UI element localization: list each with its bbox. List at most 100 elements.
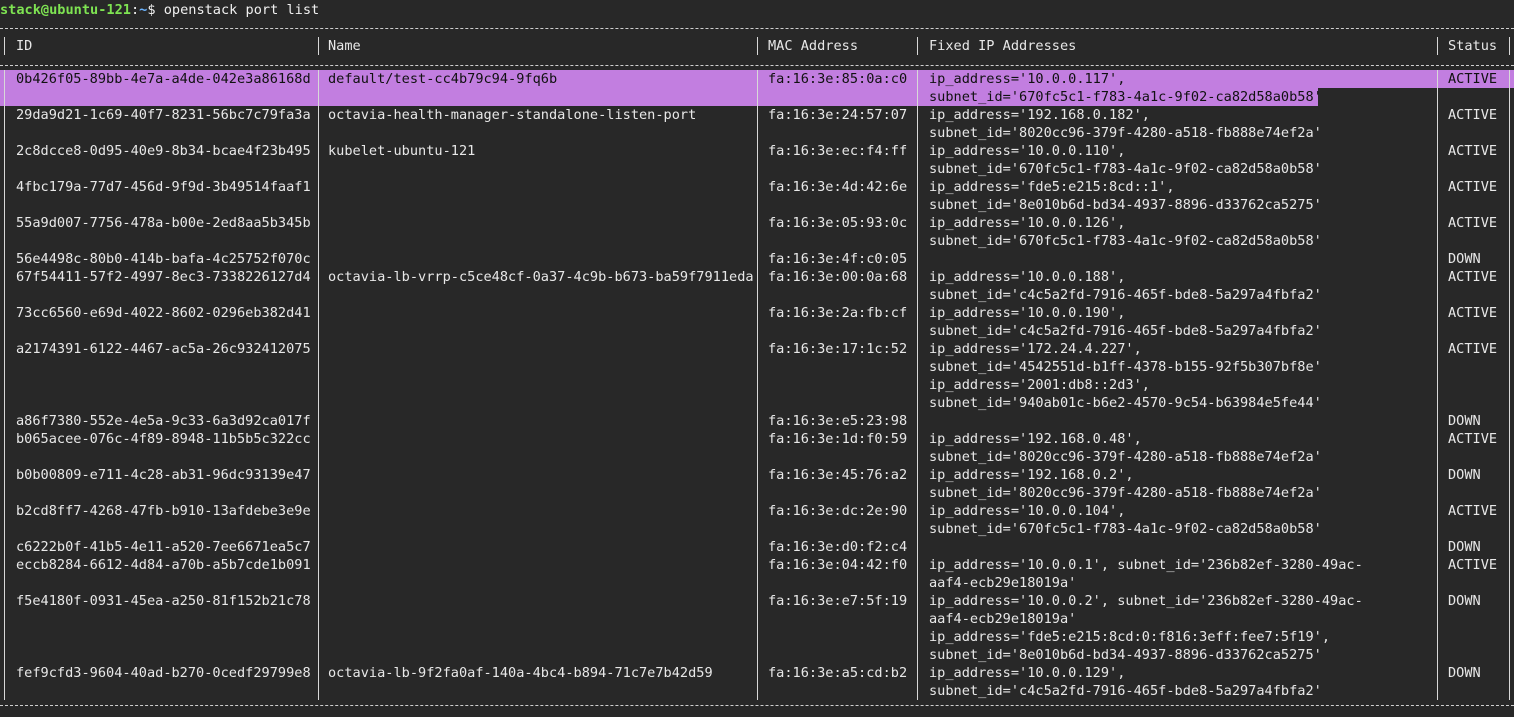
column-border (1437, 340, 1438, 358)
port-id: b065acee-076c-4f89-8948-11b5b5c322cc (16, 431, 311, 447)
port-status: DOWN (1448, 251, 1481, 267)
column-border (1437, 430, 1438, 448)
table-row-continuation: subnet_id='670fc5c1-f783-4a1c-9f02-ca82d… (0, 88, 1514, 106)
column-border (318, 592, 319, 610)
fixed-ip-address-line: subnet_id='670fc5c1-f783-4a1c-9f02-ca82d… (929, 89, 1322, 105)
column-border (318, 340, 319, 358)
fixed-ip-address-line: ip_address='172.24.4.227', (929, 341, 1142, 357)
table-row-continuation: subnet_id='8020cc96-379f-4280-a518-fb888… (0, 448, 1514, 466)
column-border (917, 412, 918, 430)
table-row-continuation: subnet_id='c4c5a2fd-7916-465f-bde8-5a297… (0, 322, 1514, 340)
column-border (1437, 448, 1438, 466)
header-id: ID (16, 38, 33, 54)
column-border (757, 502, 758, 520)
port-id: 2c8dcce8-0d95-40e9-8b34-bcae4f23b495 (16, 143, 311, 159)
fixed-ip-address-line: subnet_id='670fc5c1-f783-4a1c-9f02-ca82d… (929, 161, 1322, 177)
column-border (917, 538, 918, 556)
column-border (917, 286, 918, 304)
header-mac-address: MAC Address (768, 38, 859, 54)
column-border (917, 304, 918, 322)
table-row-continuation: subnet_id='670fc5c1-f783-4a1c-9f02-ca82d… (0, 232, 1514, 250)
column-border (4, 37, 5, 55)
header-name: Name (328, 38, 361, 54)
terminal-window[interactable]: stack@ubuntu-121:~$ openstack port list … (0, 0, 1514, 717)
table-border-top (0, 28, 1514, 29)
table-row: b2cd8ff7-4268-47fb-b910-13afdebe3e9e fa:1… (0, 502, 1514, 520)
column-border (1437, 322, 1438, 340)
column-border (318, 160, 319, 178)
column-border (1437, 304, 1438, 322)
port-status: ACTIVE (1448, 431, 1498, 447)
port-name: default/test-cc4b79c94-9fq6b (328, 71, 558, 87)
mac-address: fa:16:3e:45:76:a2 (768, 467, 908, 483)
table-row: fef9cfd3-9604-40ad-b270-0cedf29799e8 octa… (0, 664, 1514, 682)
column-border (318, 376, 319, 394)
port-id: c6222b0f-41b5-4e11-a520-7ee6671ea5c7 (16, 539, 311, 555)
column-border (1437, 520, 1438, 538)
column-border (917, 340, 918, 358)
port-status: DOWN (1448, 593, 1481, 609)
port-status: DOWN (1448, 467, 1481, 483)
column-border (757, 106, 758, 124)
column-border (757, 484, 758, 502)
column-border (4, 322, 5, 340)
mac-address: fa:16:3e:85:0a:c0 (768, 71, 908, 87)
column-border (757, 556, 758, 574)
column-border (757, 574, 758, 592)
column-border (1437, 268, 1438, 286)
port-id: eccb8284-6612-4d84-a70b-a5b7cde1b091 (16, 557, 311, 573)
column-border (318, 664, 319, 682)
column-border (1437, 160, 1438, 178)
column-border (1509, 124, 1510, 142)
table-row-continuation: subnet_id='c4c5a2fd-7916-465f-bde8-5a297… (0, 286, 1514, 304)
column-border (318, 322, 319, 340)
command-prompt: stack@ubuntu-121:~$ openstack port list (0, 1, 1514, 19)
fixed-ip-address-line: ip_address='10.0.0.129', (929, 665, 1126, 681)
port-status: ACTIVE (1448, 71, 1498, 87)
column-border (1509, 142, 1510, 160)
column-border (917, 484, 918, 502)
column-border (4, 412, 5, 430)
column-border (4, 484, 5, 502)
mac-address: fa:16:3e:e5:23:98 (768, 413, 908, 429)
table-row: a86f7380-552e-4e5a-9c33-6a3d92ca017f fa:1… (0, 412, 1514, 430)
column-border (757, 124, 758, 142)
column-border (4, 466, 5, 484)
column-border (318, 412, 319, 430)
port-status: ACTIVE (1448, 341, 1498, 357)
column-border (1509, 682, 1510, 700)
column-border (1509, 37, 1510, 55)
column-border (4, 592, 5, 610)
column-border (318, 214, 319, 232)
column-border (917, 268, 918, 286)
column-border (318, 286, 319, 304)
column-border (4, 88, 5, 106)
port-id: fef9cfd3-9604-40ad-b270-0cedf29799e8 (16, 665, 311, 681)
column-border (1437, 196, 1438, 214)
column-border (4, 142, 5, 160)
column-border (757, 538, 758, 556)
column-border (757, 412, 758, 430)
column-border (1509, 628, 1510, 646)
column-border (1437, 286, 1438, 304)
port-id: f5e4180f-0931-45ea-a250-81f152b21c78 (16, 593, 311, 609)
column-border (757, 322, 758, 340)
column-border (1509, 412, 1510, 430)
column-border (1509, 304, 1510, 322)
port-id: 4fbc179a-77d7-456d-9f9d-3b49514faaf1 (16, 179, 311, 195)
mac-address: fa:16:3e:e7:5f:19 (768, 593, 908, 609)
column-border (318, 430, 319, 448)
column-border (917, 448, 918, 466)
table-row-continuation: subnet_id='8020cc96-379f-4280-a518-fb888… (0, 124, 1514, 142)
column-border (318, 142, 319, 160)
table-row: 29da9d21-1c69-40f7-8231-56bc7c79fa3a octa… (0, 106, 1514, 124)
table-row-continuation: subnet_id='4542551d-b1ff-4378-b155-92f5b… (0, 358, 1514, 376)
column-border (1437, 232, 1438, 250)
column-border (1509, 592, 1510, 610)
fixed-ip-address-line: ip_address='192.168.0.182', (929, 107, 1150, 123)
column-border (1437, 538, 1438, 556)
mac-address: fa:16:3e:d0:f2:c4 (768, 539, 908, 555)
column-border (757, 430, 758, 448)
command-text: openstack port list (163, 2, 320, 18)
column-border (917, 232, 918, 250)
